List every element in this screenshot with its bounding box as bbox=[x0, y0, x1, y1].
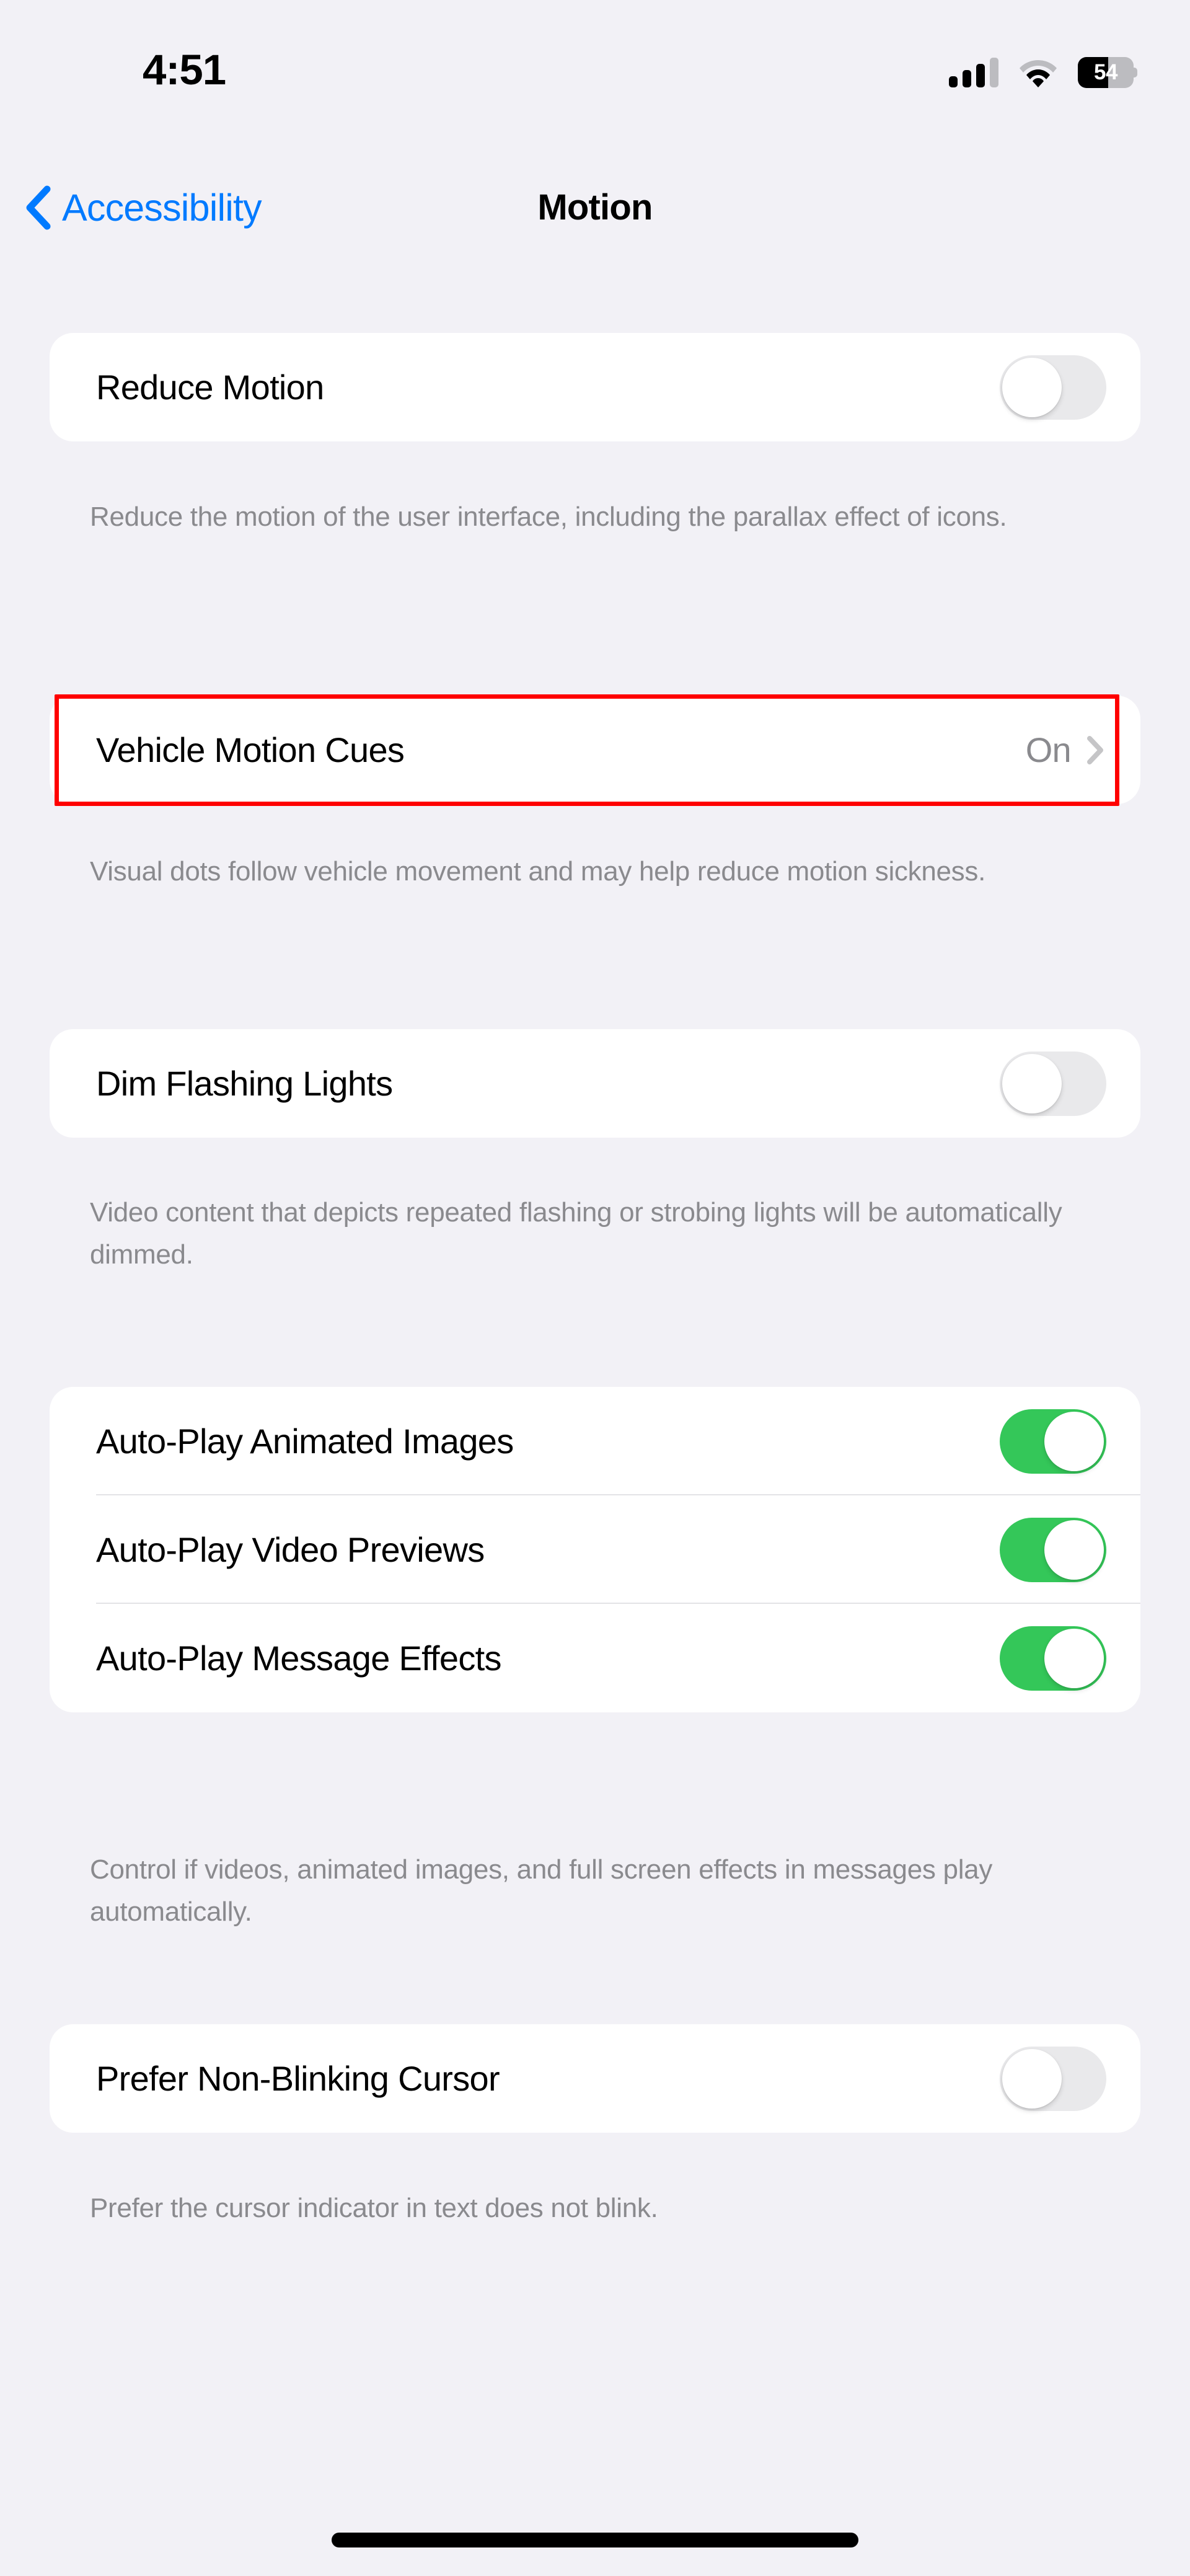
status-bar-indicators: 54 bbox=[949, 57, 1137, 88]
row-label-auto-play-video-previews: Auto-Play Video Previews bbox=[96, 1530, 485, 1569]
toggle-auto-play-video-previews[interactable] bbox=[1000, 1517, 1106, 1582]
wifi-icon bbox=[1020, 60, 1057, 87]
row-prefer-non-blinking-cursor[interactable]: Prefer Non-Blinking Cursor bbox=[50, 2024, 1140, 2133]
toggle-knob bbox=[1044, 1520, 1104, 1580]
toggle-dim-flashing-lights[interactable] bbox=[1000, 1051, 1106, 1116]
section-dim-flashing-lights-card: Dim Flashing Lights bbox=[50, 1029, 1140, 1138]
navigation-bar: Motion Accessibility bbox=[0, 167, 1190, 248]
battery-icon: 54 bbox=[1078, 57, 1137, 88]
toggle-auto-play-message-effects[interactable] bbox=[1000, 1626, 1106, 1691]
back-button-label: Accessibility bbox=[62, 186, 262, 229]
row-label-vehicle-motion-cues: Vehicle Motion Cues bbox=[96, 730, 405, 769]
section-prefer-non-blinking-cursor-card: Prefer Non-Blinking Cursor bbox=[50, 2024, 1140, 2133]
row-label-auto-play-message-effects: Auto-Play Message Effects bbox=[96, 1639, 501, 1678]
footnote-auto-play: Control if videos, animated images, and … bbox=[90, 1854, 993, 1927]
toggle-reduce-motion[interactable] bbox=[1000, 355, 1106, 420]
row-label-prefer-non-blinking-cursor: Prefer Non-Blinking Cursor bbox=[96, 2059, 500, 2098]
section-auto-play-card: Auto-Play Animated Images Auto-Play Vide… bbox=[50, 1387, 1140, 1712]
toggle-knob bbox=[1044, 1628, 1104, 1688]
row-label-auto-play-animated-images: Auto-Play Animated Images bbox=[96, 1422, 514, 1461]
toggle-knob bbox=[1002, 2048, 1062, 2109]
toggle-knob bbox=[1044, 1411, 1104, 1471]
status-bar: 4:51 54 bbox=[0, 0, 1190, 124]
row-label-reduce-motion: Reduce Motion bbox=[96, 368, 324, 407]
toggle-knob bbox=[1002, 357, 1062, 417]
footnote-prefer-non-blinking-cursor: Prefer the cursor indicator in text does… bbox=[90, 2193, 658, 2223]
toggle-knob bbox=[1002, 1053, 1062, 1113]
row-dim-flashing-lights[interactable]: Dim Flashing Lights bbox=[50, 1029, 1140, 1138]
row-auto-play-message-effects[interactable]: Auto-Play Message Effects bbox=[50, 1604, 1140, 1712]
section-vehicle-motion-cues-card: Vehicle Motion Cues On bbox=[50, 696, 1140, 804]
row-auto-play-video-previews[interactable]: Auto-Play Video Previews bbox=[50, 1495, 1140, 1604]
toggle-prefer-non-blinking-cursor[interactable] bbox=[1000, 2046, 1106, 2111]
footnote-dim-flashing-lights: Video content that depicts repeated flas… bbox=[90, 1197, 1062, 1270]
section-reduce-motion-card: Reduce Motion bbox=[50, 333, 1140, 441]
chevron-left-icon bbox=[26, 185, 51, 230]
home-indicator[interactable] bbox=[332, 2533, 858, 2547]
toggle-auto-play-animated-images[interactable] bbox=[1000, 1409, 1106, 1474]
status-bar-time: 4:51 bbox=[143, 46, 226, 94]
row-vehicle-motion-cues[interactable]: Vehicle Motion Cues On bbox=[50, 696, 1140, 804]
row-reduce-motion[interactable]: Reduce Motion bbox=[50, 333, 1140, 441]
cellular-signal-icon bbox=[949, 58, 998, 87]
back-button-accessibility[interactable]: Accessibility bbox=[25, 167, 262, 248]
footnote-vehicle-motion-cues: Visual dots follow vehicle movement and … bbox=[90, 856, 985, 887]
battery-percent-label: 54 bbox=[1094, 60, 1117, 84]
chevron-right-icon bbox=[1087, 735, 1103, 764]
footnote-reduce-motion: Reduce the motion of the user interface,… bbox=[90, 502, 1007, 532]
row-label-dim-flashing-lights: Dim Flashing Lights bbox=[96, 1064, 393, 1103]
row-auto-play-animated-images[interactable]: Auto-Play Animated Images bbox=[50, 1387, 1140, 1495]
row-value-vehicle-motion-cues: On bbox=[1025, 730, 1072, 769]
